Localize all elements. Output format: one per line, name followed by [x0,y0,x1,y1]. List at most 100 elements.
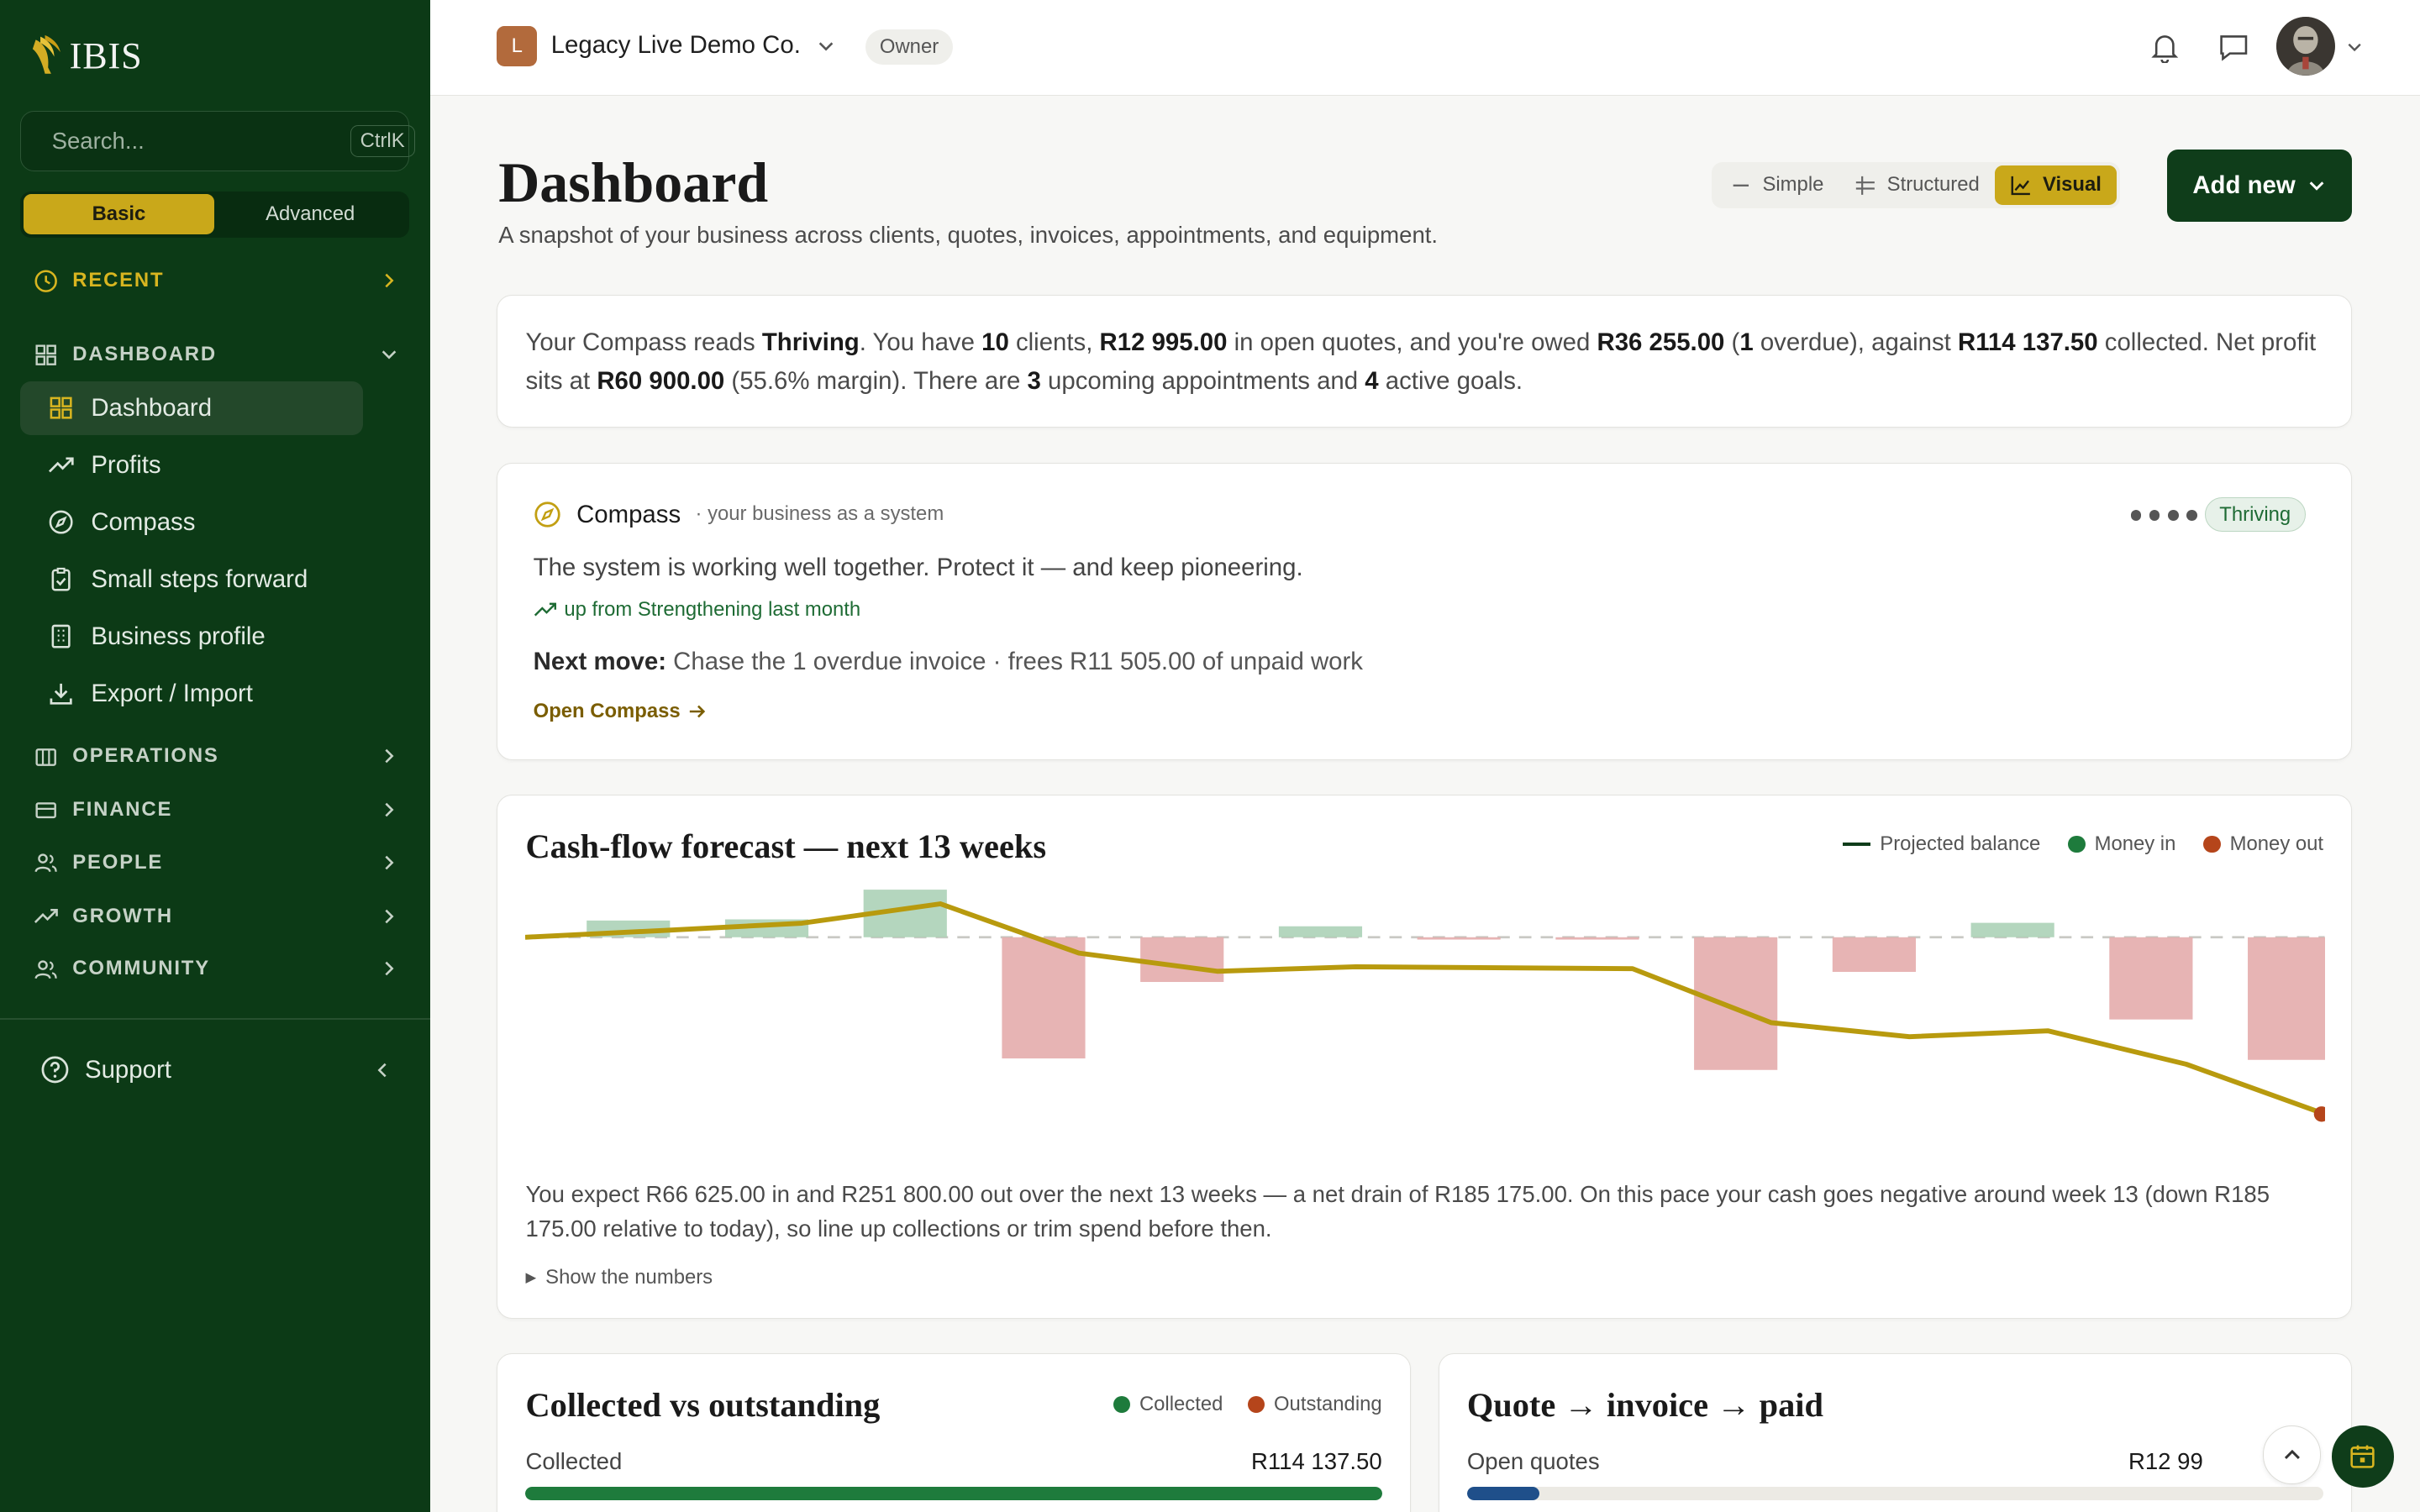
sidebar-item-business-profile[interactable]: Business profile [20,609,363,663]
legend-outstanding: Outstanding [1247,1393,1382,1416]
triangle-right-icon: ▶ [525,1269,537,1286]
cashflow-bar-week-6 [1279,926,1363,937]
cashflow-bar-week-4 [1002,937,1086,1059]
mode-toggle: Basic Advanced [19,191,409,238]
nav-section-dashboard[interactable]: DASHBOARD [34,343,397,367]
chevron-down-icon [381,350,397,360]
collected-vs-outstanding-card: Collected vs outstanding Collected Outst… [497,1352,1411,1512]
open-quotes-bar-track [1466,1486,2324,1501]
summary-text: Your Compass reads Thriving. You have 10… [525,328,2317,395]
role-badge: Owner [865,29,953,66]
quote-invoice-paid-card: Quote → invoice → paid Open quotes R12 9… [1438,1352,2353,1512]
chevron-down-icon [2310,181,2324,192]
calendar-button[interactable] [2332,1425,2394,1488]
open-compass-link[interactable]: Open Compass [534,700,707,723]
bell-icon[interactable] [2149,31,2181,64]
sidebar-item-dashboard[interactable]: Dashboard [19,381,363,435]
app-logo[interactable]: IBIS [31,34,143,76]
sidebar-item-compass[interactable]: Compass [20,496,363,549]
nav-section-operations[interactable]: OPERATIONS [34,743,397,768]
nav-section-finance[interactable]: FINANCE [34,798,397,822]
sidebar-item-profits[interactable]: Profits [20,438,363,492]
cashflow-bar-week-12 [2109,937,2193,1020]
users-icon [34,853,58,873]
compass-indicator-dots [2130,510,2197,521]
cashflow-title: Cash-flow forecast — next 13 weeks [525,827,1047,865]
collected-bar-track [525,1486,1382,1501]
collected-value: R114 137.50 [1250,1447,1382,1474]
sidebar-support[interactable]: Support [40,1055,392,1084]
compass-title: Compass [576,501,681,529]
ibis-logo-icon [32,35,60,75]
logo-text: IBIS [69,34,143,76]
chevron-down-icon[interactable] [2346,39,2363,55]
trending-up-icon [34,909,59,924]
cashflow-bar-week-9 [1694,937,1778,1070]
compass-message: The system is working well together. Pro… [533,553,1303,581]
message-icon[interactable] [2217,31,2250,64]
chevron-right-icon [385,962,394,976]
arrow-right-icon [689,705,706,718]
legend-money-out: Money out [2203,832,2323,856]
download-icon [50,683,72,705]
summary-card: Your Compass reads Thriving. You have 10… [497,294,2353,428]
view-toggle: Simple Structured Visual [1711,161,2120,208]
clipboard-check-icon [51,567,71,591]
chevron-down-icon[interactable] [817,37,835,55]
compass-card: Compass · your business as a system Thri… [497,463,2353,761]
sidebar-item-small-steps[interactable]: Small steps forward [20,553,363,606]
user-avatar[interactable] [2276,17,2335,76]
topbar: L Legacy Live Demo Co. Owner [430,0,2420,96]
compass-trend: up from Strengthening last month [534,598,860,622]
search-box[interactable]: CtrlK [19,111,415,171]
search-shortcut: CtrlK [350,125,415,157]
compass-subtitle: · your business as a system [695,501,944,525]
briefcase-icon [35,748,57,767]
view-structured[interactable]: Structured [1839,165,1995,206]
cashflow-legend: Projected balance Money in Money out [1843,832,2323,856]
org-name[interactable]: Legacy Live Demo Co. [551,31,801,60]
layout-grid-icon [1855,176,1875,195]
nav-section-people[interactable]: PEOPLE [34,850,397,874]
compass-icon [49,510,73,534]
nav-section-recent[interactable]: RECENT [34,269,397,293]
sidebar-item-export-import[interactable]: Export / Import [20,666,363,720]
mode-advanced[interactable]: Advanced [214,194,406,234]
chevron-right-icon [385,855,394,869]
add-new-button[interactable]: Add new [2166,150,2353,223]
legend-balance: Projected balance [1843,832,2040,856]
grid-icon [50,396,72,419]
clock-icon [34,270,58,292]
mode-basic[interactable]: Basic [23,194,215,235]
help-circle-icon [41,1056,69,1084]
knight-avatar-icon [2276,17,2335,76]
nav-section-community[interactable]: COMMUNITY [34,957,397,981]
view-simple[interactable]: Simple [1715,165,1839,206]
view-visual[interactable]: Visual [1995,165,2118,206]
trending-up-icon [48,457,74,473]
cashflow-bar-week-11 [1971,922,2055,937]
legend-money-in: Money in [2068,832,2175,856]
search-input[interactable] [51,128,350,155]
status-badge: Thriving [2204,497,2306,532]
scroll-top-button[interactable] [2262,1425,2322,1484]
line-chart-icon [2012,176,2031,195]
cashflow-bar-week-13 [2248,937,2326,1060]
chevron-right-icon [385,274,394,288]
cashflow-card: Cash-flow forecast — next 13 weeks Proje… [497,794,2353,1320]
show-numbers-toggle[interactable]: ▶ Show the numbers [525,1266,713,1289]
minus-icon [1733,184,1749,186]
chevron-up-icon [2284,1449,2300,1460]
page-subtitle: A snapshot of your business across clien… [498,222,1439,249]
org-avatar[interactable]: L [497,26,538,66]
building-icon [51,624,71,648]
compass-icon [534,501,560,528]
cashflow-bar-week-8 [1555,937,1639,940]
chevron-right-icon [385,909,394,924]
nav-section-growth[interactable]: GROWTH [34,904,397,928]
cvo-title: Collected vs outstanding [525,1385,881,1424]
sidebar: IBIS CtrlK Basic Advanced RECENT DASHBOA… [0,0,431,1512]
page-title: Dashboard [498,150,769,215]
chevron-right-icon [385,748,394,764]
cashflow-description: You expect R66 625.00 in and R251 800.00… [525,1181,2270,1242]
